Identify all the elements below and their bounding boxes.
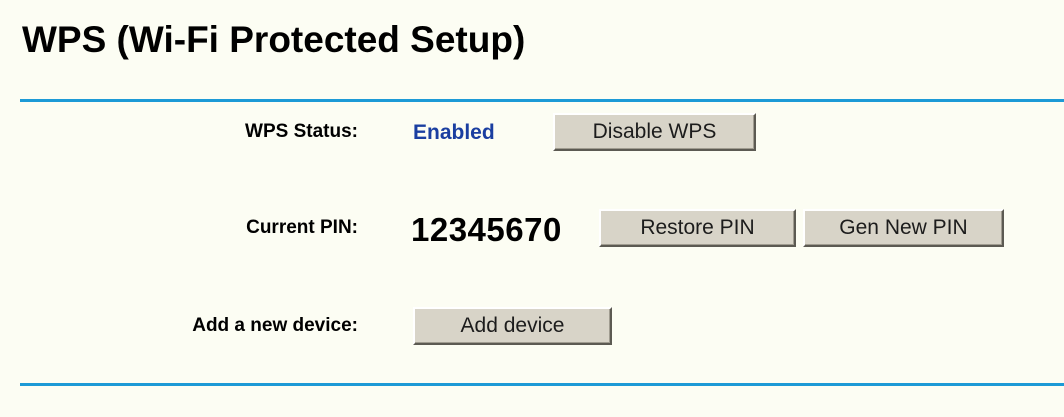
- disable-wps-button[interactable]: Disable WPS: [553, 113, 756, 151]
- wps-settings-page: WPS (Wi-Fi Protected Setup) WPS Status: …: [0, 0, 1064, 417]
- restore-pin-button[interactable]: Restore PIN: [599, 209, 796, 247]
- wps-status-label: WPS Status:: [245, 121, 358, 142]
- top-divider: [20, 99, 1064, 102]
- add-device-button[interactable]: Add device: [413, 307, 612, 345]
- page-title: WPS (Wi-Fi Protected Setup): [22, 19, 526, 60]
- wps-status-value: Enabled: [413, 121, 495, 144]
- add-device-row: Add a new device: Add device: [0, 307, 1064, 347]
- add-device-label: Add a new device:: [192, 315, 358, 336]
- current-pin-row: Current PIN: 12345670 Restore PIN Gen Ne…: [0, 209, 1064, 249]
- current-pin-label: Current PIN:: [246, 217, 358, 238]
- wps-status-row: WPS Status: Enabled Disable WPS: [0, 113, 1064, 153]
- current-pin-value: 12345670: [411, 211, 562, 248]
- bottom-divider: [20, 383, 1064, 386]
- gen-new-pin-button[interactable]: Gen New PIN: [803, 209, 1004, 247]
